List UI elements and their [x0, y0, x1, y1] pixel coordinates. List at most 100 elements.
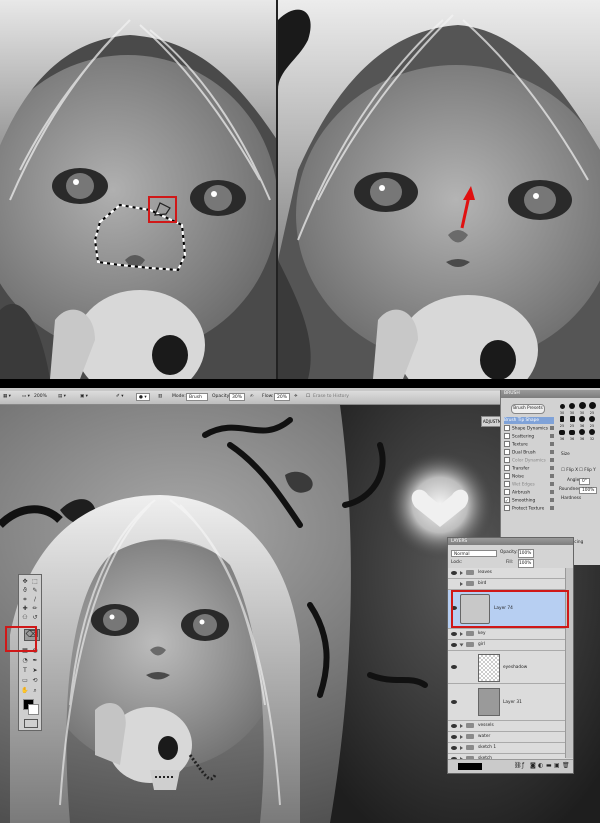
checkbox[interactable]	[504, 505, 510, 511]
visibility-eye-icon[interactable]	[451, 571, 457, 575]
layer-row-key[interactable]: key	[448, 629, 566, 640]
mode-select[interactable]: Brush	[186, 393, 208, 401]
brush-tip[interactable]: 25	[587, 402, 597, 415]
app-menu-icon[interactable]: ▦ ▾	[3, 394, 11, 399]
brush-tip[interactable]: 36	[567, 430, 577, 441]
blend-mode-select[interactable]: Normal	[451, 550, 497, 557]
crop-tool-icon[interactable]: ⌗	[21, 596, 29, 603]
brush-option-dual-brush[interactable]: Dual Brush	[504, 449, 554, 456]
brush-option-color-dynamics[interactable]: Color Dynamics	[504, 457, 554, 464]
erase-to-history-checkbox[interactable]: ☐	[306, 394, 310, 399]
brush-presets-button[interactable]: Brush Presets	[511, 404, 545, 414]
visibility-eye-icon[interactable]	[451, 582, 457, 586]
expand-arrow-icon[interactable]	[460, 735, 463, 739]
brush-option-protect-texture[interactable]: Protect Texture	[504, 505, 554, 512]
brush-option-noise[interactable]: Noise	[504, 473, 554, 480]
checkbox[interactable]	[504, 481, 510, 487]
eyedropper-tool-icon[interactable]: ∕	[31, 596, 39, 603]
screen-mode-icon[interactable]: ▣ ▾	[80, 394, 88, 399]
expand-arrow-icon[interactable]	[460, 724, 463, 728]
checkbox[interactable]	[504, 425, 510, 431]
layer-mask-icon[interactable]: ◙	[530, 762, 536, 769]
layer-row-sketch-1[interactable]: sketch 1	[448, 743, 566, 754]
fill-field[interactable]: 100%	[518, 559, 534, 568]
layer-row-leaves[interactable]: leaves	[448, 568, 566, 579]
3d-tool-icon[interactable]: ⟲	[31, 677, 39, 684]
brush-option-airbrush[interactable]: Airbrush	[504, 489, 554, 496]
roundness-field[interactable]: 100%	[579, 487, 598, 494]
brush-option-scattering[interactable]: Scattering	[504, 433, 554, 440]
hand-tool-icon[interactable]: ✋	[21, 687, 29, 694]
layer-row-water[interactable]: water	[448, 732, 566, 743]
brush-tip[interactable]: 36	[577, 429, 587, 441]
brush-tip[interactable]: 36	[557, 430, 567, 441]
visibility-eye-icon[interactable]	[451, 643, 457, 647]
view-extras-icon[interactable]: ▭ ▾	[22, 394, 30, 399]
move-tool-icon[interactable]: ✥	[21, 578, 29, 585]
checkbox[interactable]	[504, 433, 510, 439]
brush-option-wet-edges[interactable]: Wet Edges	[504, 481, 554, 488]
brush-option-texture[interactable]: Texture	[504, 441, 554, 448]
path-select-tool-icon[interactable]: ➤	[31, 667, 39, 674]
layer-row-eyeshadow[interactable]: eyeshadow	[448, 651, 566, 684]
new-group-icon[interactable]: ▬	[546, 762, 552, 769]
flip-y-checkbox[interactable]: ☐ Flip Y	[579, 468, 596, 473]
layer-row-layer-31[interactable]: Layer 31	[448, 684, 566, 721]
visibility-eye-icon[interactable]	[451, 746, 457, 750]
expand-arrow-icon[interactable]	[460, 571, 463, 575]
zoom-tool-icon[interactable]: ⌕	[31, 687, 39, 694]
opacity-field[interactable]: 30%	[229, 393, 245, 401]
brush-option-shape-dynamics[interactable]: Shape Dynamics	[504, 425, 554, 432]
angle-field[interactable]: 0°	[579, 478, 590, 485]
layer-style-icon[interactable]: ƒ	[522, 762, 524, 769]
visibility-eye-icon[interactable]	[451, 735, 457, 739]
checkbox[interactable]	[504, 473, 510, 479]
visibility-eye-icon[interactable]	[451, 700, 457, 704]
layer-row-vessels[interactable]: vessels	[448, 721, 566, 732]
visibility-eye-icon[interactable]	[451, 632, 457, 636]
brush-tip[interactable]: 25	[567, 416, 577, 428]
brush-tip[interactable]: 30	[577, 402, 587, 415]
healing-tool-icon[interactable]: ✚	[21, 605, 29, 612]
pressure-opacity-icon[interactable]: ✍	[250, 394, 254, 399]
pen-tool-icon[interactable]: ✒	[31, 657, 39, 664]
background-color-swatch[interactable]	[28, 704, 39, 715]
brush-tip[interactable]: 25	[557, 416, 567, 428]
visibility-eye-icon[interactable]	[451, 665, 457, 669]
quick-mask-icon[interactable]	[24, 719, 38, 728]
brush-tip[interactable]: 32	[587, 429, 597, 441]
brush-tip[interactable]: 25	[587, 416, 597, 428]
expand-arrow-icon[interactable]	[460, 582, 463, 586]
checkbox[interactable]	[504, 457, 510, 463]
checkbox[interactable]	[504, 465, 510, 471]
layer-opacity-field[interactable]: 100%	[518, 549, 534, 558]
visibility-eye-icon[interactable]	[451, 724, 457, 728]
checkbox[interactable]	[504, 489, 510, 495]
marquee-tool-icon[interactable]: ⬚	[31, 578, 39, 585]
brush-tip[interactable]: 30	[567, 403, 577, 415]
type-tool-icon[interactable]: T	[21, 667, 29, 674]
dodge-tool-icon[interactable]: ◔	[21, 657, 29, 664]
brush-panel-toggle-icon[interactable]: ▥	[158, 394, 162, 399]
expand-arrow-icon[interactable]	[460, 746, 463, 750]
checkbox[interactable]	[504, 441, 510, 447]
layer-row-girl[interactable]: girl	[448, 640, 566, 651]
checkbox[interactable]	[504, 449, 510, 455]
shape-tool-icon[interactable]: ▭	[21, 677, 29, 684]
link-layers-icon[interactable]: ⛓	[514, 762, 522, 769]
brush-tip[interactable]: 30	[557, 404, 567, 415]
checkbox-checked[interactable]: ✓	[504, 497, 510, 504]
brush-option-transfer[interactable]: Transfer	[504, 465, 554, 472]
adjustment-layer-icon[interactable]: ◐	[538, 762, 543, 769]
brush-option-tip-shape[interactable]: Brush Tip Shape	[504, 417, 554, 424]
delete-layer-icon[interactable]: 🗑	[562, 762, 570, 769]
brush-tool-icon[interactable]: ✏	[31, 605, 39, 612]
flip-x-checkbox[interactable]: ☐ Flip X	[561, 468, 578, 473]
airbrush-icon[interactable]: ✈	[294, 394, 298, 399]
brush-picker[interactable]: ● ▾	[136, 393, 150, 401]
eraser-preset-icon[interactable]: ✐ ▾	[116, 394, 123, 399]
expand-arrow-icon[interactable]	[460, 632, 463, 636]
layer-row-bird[interactable]: bird	[448, 579, 566, 590]
clone-tool-icon[interactable]: ⚇	[21, 614, 29, 621]
new-layer-icon[interactable]: ▣	[554, 762, 560, 769]
